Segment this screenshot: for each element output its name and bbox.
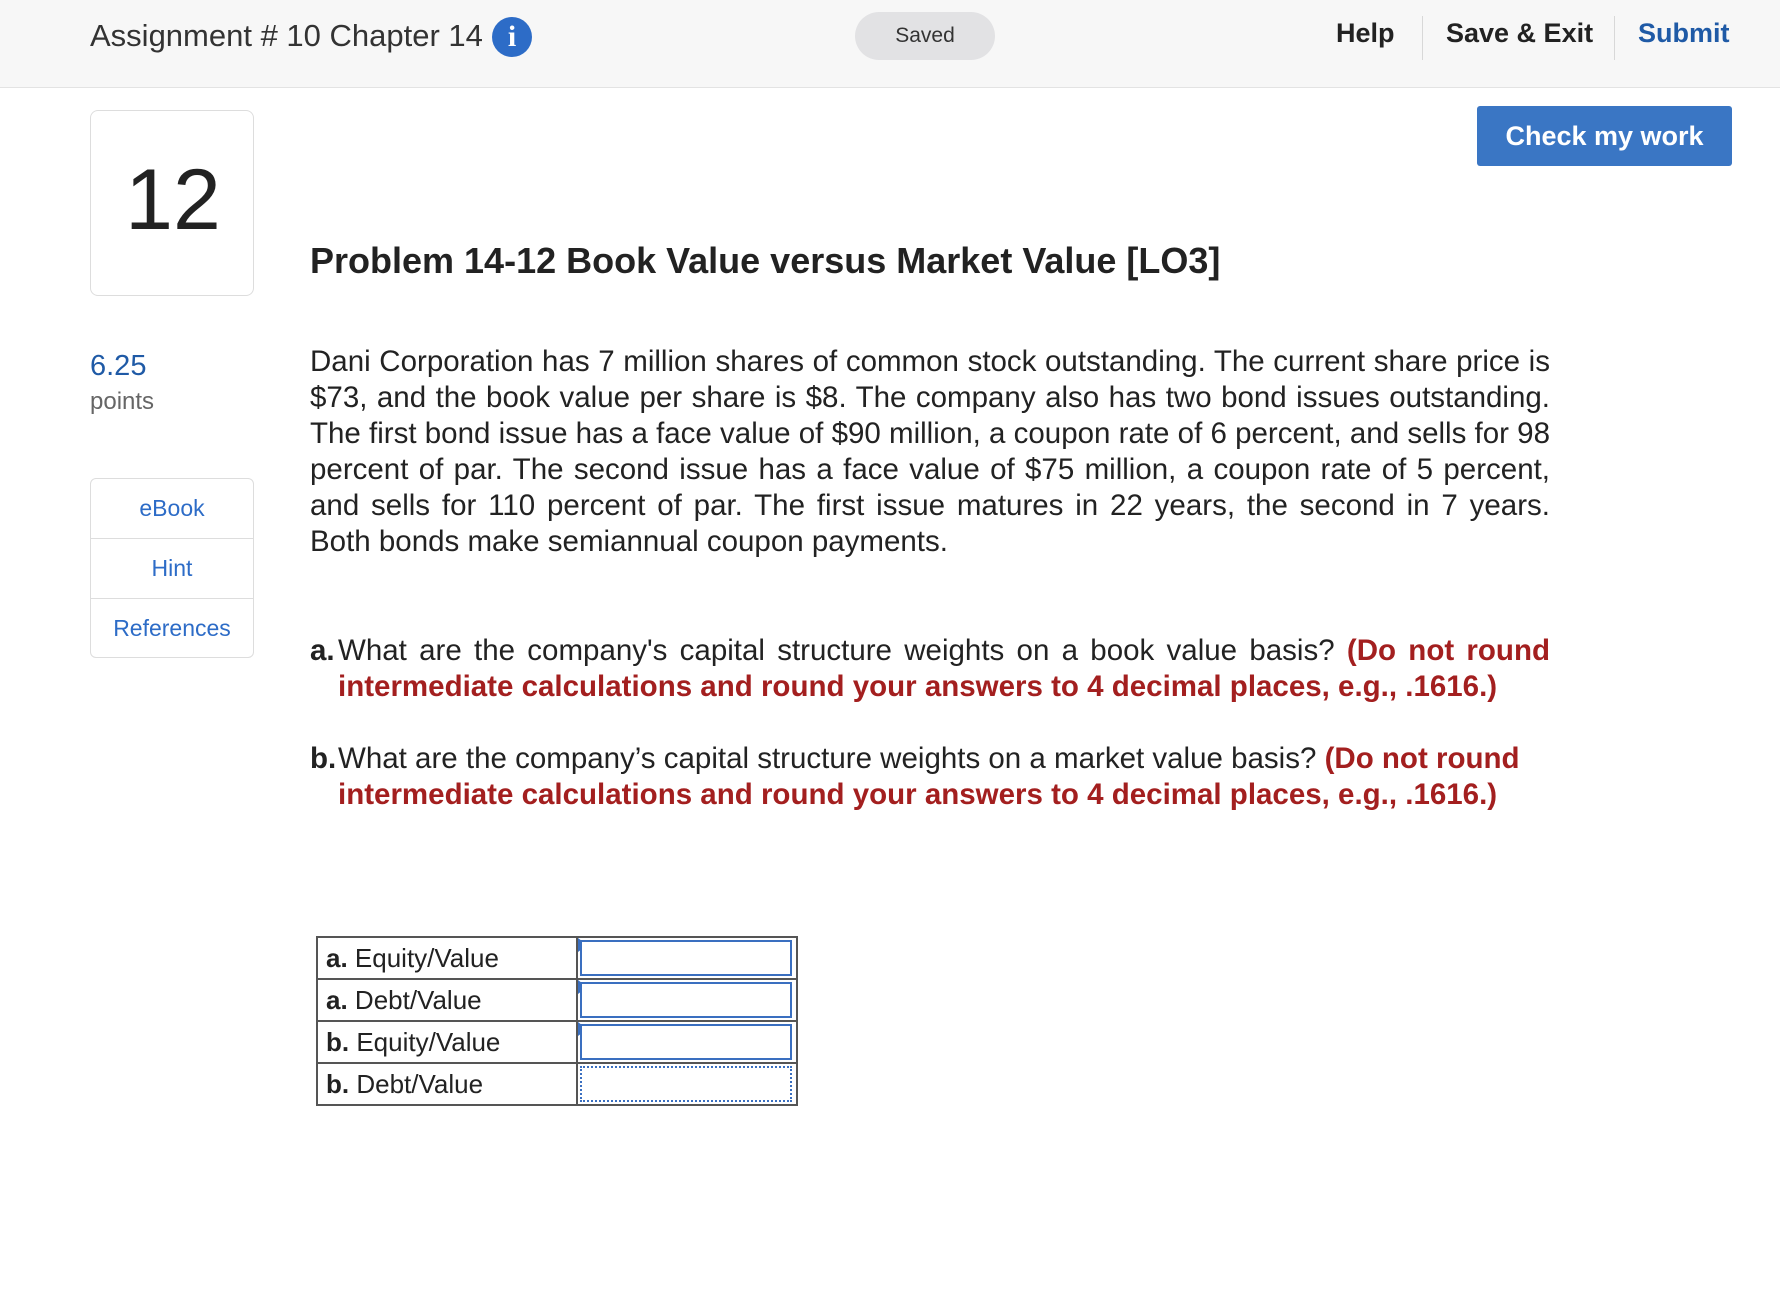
question-number: 12 — [125, 152, 221, 248]
part-label: b. — [310, 742, 337, 775]
divider — [1422, 16, 1423, 60]
answer-cell — [576, 1020, 798, 1064]
resources-panel: eBook Hint References — [90, 478, 254, 658]
answer-label: a. Debt/Value — [316, 978, 578, 1022]
answer-cell — [576, 1062, 798, 1106]
problem-text: Dani Corporation has 7 million shares of… — [310, 345, 1550, 558]
ebook-link[interactable]: eBook — [91, 479, 253, 539]
question-part-b: b. What are the company’s capital structu… — [310, 741, 1550, 813]
assignment-title: Assignment # 10 Chapter 14 — [90, 18, 483, 53]
answer-label: b. Debt/Value — [316, 1062, 578, 1106]
table-row: b. Equity/Value — [316, 1020, 798, 1064]
table-row: b. Debt/Value — [316, 1062, 798, 1106]
part-text: What are the company’s capital structure… — [338, 742, 1325, 775]
answer-cell — [576, 978, 798, 1022]
save-exit-link[interactable]: Save & Exit — [1446, 18, 1593, 49]
debt-value-market-input[interactable] — [580, 1066, 792, 1102]
hint-link[interactable]: Hint — [91, 539, 253, 599]
question-part-a: a. What are the company's capital structu… — [310, 633, 1550, 705]
answer-cell — [576, 936, 798, 980]
question-number-box: 12 — [90, 110, 254, 296]
help-link[interactable]: Help — [1336, 18, 1395, 49]
part-text: What are the company's capital structure… — [338, 634, 1347, 667]
answer-label: b. Equity/Value — [316, 1020, 578, 1064]
equity-value-market-input[interactable] — [580, 1024, 792, 1060]
submit-link[interactable]: Submit — [1638, 18, 1730, 49]
part-label: a. — [310, 634, 335, 667]
problem-title: Problem 14-12 Book Value versus Market V… — [310, 240, 1221, 281]
check-my-work-button[interactable]: Check my work — [1477, 106, 1732, 166]
debt-value-book-input[interactable] — [580, 982, 792, 1018]
points-label: points — [90, 388, 155, 415]
references-link[interactable]: References — [91, 599, 253, 658]
table-row: a. Debt/Value — [316, 978, 798, 1022]
top-bar: Assignment # 10 Chapter 14 i Saved Help … — [0, 0, 1780, 88]
info-icon[interactable]: i — [492, 17, 532, 57]
answer-label: a. Equity/Value — [316, 936, 578, 980]
divider — [1614, 16, 1615, 60]
equity-value-book-input[interactable] — [580, 940, 792, 976]
points-value: 6.25 — [90, 350, 147, 382]
table-row: a. Equity/Value — [316, 936, 798, 980]
answer-table: a. Equity/Value a. Debt/Value b. Equity/… — [316, 936, 798, 1106]
saved-status-badge: Saved — [855, 12, 995, 60]
